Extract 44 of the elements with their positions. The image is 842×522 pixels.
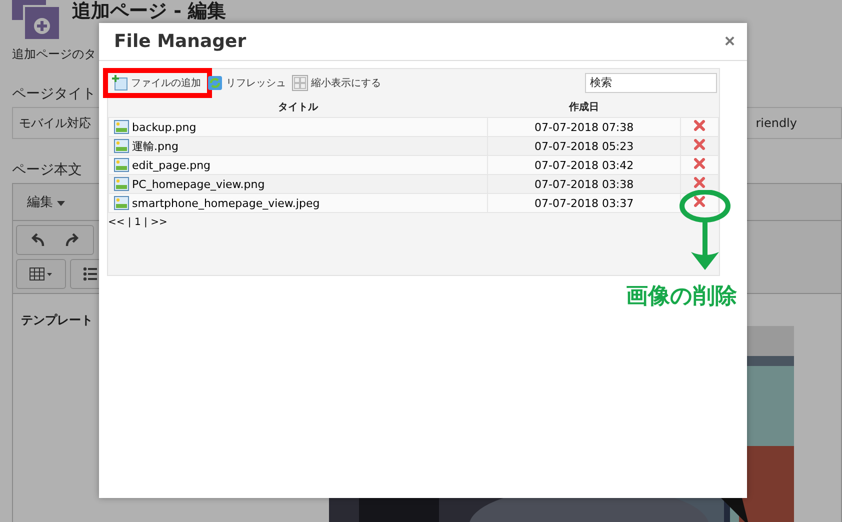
caret-icon <box>57 201 66 206</box>
field-label: ページタイト <box>12 85 96 103</box>
table-button[interactable] <box>16 259 66 289</box>
column-header[interactable]: タイトル <box>108 96 488 118</box>
field-label: ページ本文 <box>12 161 82 179</box>
delete-icon[interactable] <box>694 196 706 207</box>
undo-icon[interactable] <box>29 233 45 247</box>
refresh-icon <box>207 74 223 90</box>
delete-icon[interactable] <box>694 158 706 169</box>
page-title: 追加ページ - 編集 <box>72 1 226 21</box>
toolbar-button[interactable]: ファイルの追加 <box>110 74 205 90</box>
file-name[interactable]: edit_page.png <box>132 158 211 172</box>
table-cell: 07-07-2018 05:23 <box>487 136 681 156</box>
table-cell: 07-07-2018 03:38 <box>487 174 681 194</box>
file-name[interactable]: backup.png <box>132 120 196 134</box>
file-name[interactable]: 運輸.png <box>132 138 178 154</box>
column-header[interactable]: 作成日 <box>487 96 681 118</box>
search-field[interactable]: 検索 <box>585 72 717 92</box>
table-cell: 07-07-2018 07:38 <box>487 118 681 136</box>
grid-icon <box>292 74 308 90</box>
dialog-title: File Manager <box>114 31 246 52</box>
delete-icon[interactable] <box>694 177 706 188</box>
table-cell: 07-07-2018 03:42 <box>487 156 681 174</box>
pagination[interactable]: << | 1 | >> <box>108 217 168 228</box>
delete-icon[interactable] <box>694 139 706 150</box>
image-file-icon <box>114 139 129 153</box>
image-file-icon <box>114 158 129 172</box>
toolbar-button[interactable]: リフレッシュ <box>205 74 290 90</box>
table-icon <box>29 267 53 281</box>
toolbar-button[interactable]: 縮小表示にする <box>290 74 385 90</box>
add-file-icon <box>112 74 128 90</box>
table-cell: 07-07-2018 03:37 <box>487 194 681 212</box>
close-button[interactable]: × <box>724 31 735 52</box>
page-description: 追加ページのタ <box>12 46 97 63</box>
redo-icon[interactable] <box>65 233 81 247</box>
image-file-icon <box>114 196 129 210</box>
menu-item[interactable]: 編集 <box>27 193 66 211</box>
delete-icon[interactable] <box>694 120 706 131</box>
list-icon <box>83 267 97 281</box>
template-heading: テンプレート <box>21 312 93 329</box>
image-file-icon <box>114 177 129 191</box>
image-file-icon <box>114 120 129 134</box>
field-text: riendly <box>756 116 797 130</box>
annotation-label: 画像の削除 <box>626 283 737 311</box>
